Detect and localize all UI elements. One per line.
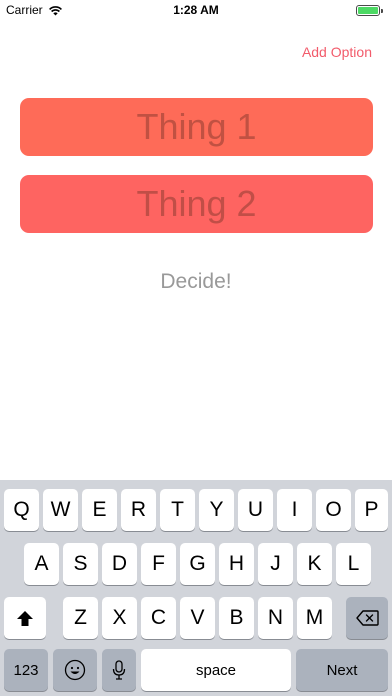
key-s[interactable]: S — [63, 543, 98, 585]
shift-icon — [17, 610, 33, 626]
battery-icon — [356, 5, 383, 16]
delete-key[interactable] — [346, 597, 388, 639]
status-bar: Carrier 1:28 AM — [0, 0, 392, 20]
emoji-key[interactable] — [53, 649, 97, 691]
battery-fill — [358, 7, 378, 14]
key-a[interactable]: A — [24, 543, 59, 585]
key-v[interactable]: V — [180, 597, 215, 639]
key-f[interactable]: F — [141, 543, 176, 585]
key-x[interactable]: X — [102, 597, 137, 639]
key-j[interactable]: J — [258, 543, 293, 585]
space-key[interactable]: space — [141, 649, 291, 691]
key-h[interactable]: H — [219, 543, 254, 585]
key-t[interactable]: T — [160, 489, 195, 531]
option-field-1[interactable]: Thing 1 — [20, 98, 373, 156]
key-u[interactable]: U — [238, 489, 273, 531]
key-c[interactable]: C — [141, 597, 176, 639]
key-z[interactable]: Z — [63, 597, 98, 639]
add-option-button[interactable]: Add Option — [302, 44, 372, 60]
key-e[interactable]: E — [82, 489, 117, 531]
backspace-icon — [355, 610, 379, 626]
microphone-icon — [112, 660, 126, 680]
emoji-icon — [64, 659, 86, 681]
keyboard: Q W E R T Y U I O P A S D F G H J K L Z … — [0, 480, 392, 696]
key-o[interactable]: O — [316, 489, 351, 531]
key-b[interactable]: B — [219, 597, 254, 639]
key-m[interactable]: M — [297, 597, 332, 639]
key-g[interactable]: G — [180, 543, 215, 585]
shift-key[interactable] — [4, 597, 46, 639]
key-p[interactable]: P — [355, 489, 388, 531]
key-n[interactable]: N — [258, 597, 293, 639]
key-r[interactable]: R — [121, 489, 156, 531]
battery-cap — [381, 9, 383, 13]
key-q[interactable]: Q — [4, 489, 39, 531]
key-d[interactable]: D — [102, 543, 137, 585]
key-i[interactable]: I — [277, 489, 312, 531]
key-w[interactable]: W — [43, 489, 78, 531]
status-time: 1:28 AM — [173, 3, 219, 17]
key-y[interactable]: Y — [199, 489, 234, 531]
option-field-2[interactable]: Thing 2 — [20, 175, 373, 233]
numbers-key[interactable]: 123 — [4, 649, 48, 691]
decide-button[interactable]: Decide! — [0, 270, 392, 294]
key-k[interactable]: K — [297, 543, 332, 585]
microphone-key[interactable] — [102, 649, 136, 691]
key-l[interactable]: L — [336, 543, 371, 585]
next-key[interactable]: Next — [296, 649, 388, 691]
